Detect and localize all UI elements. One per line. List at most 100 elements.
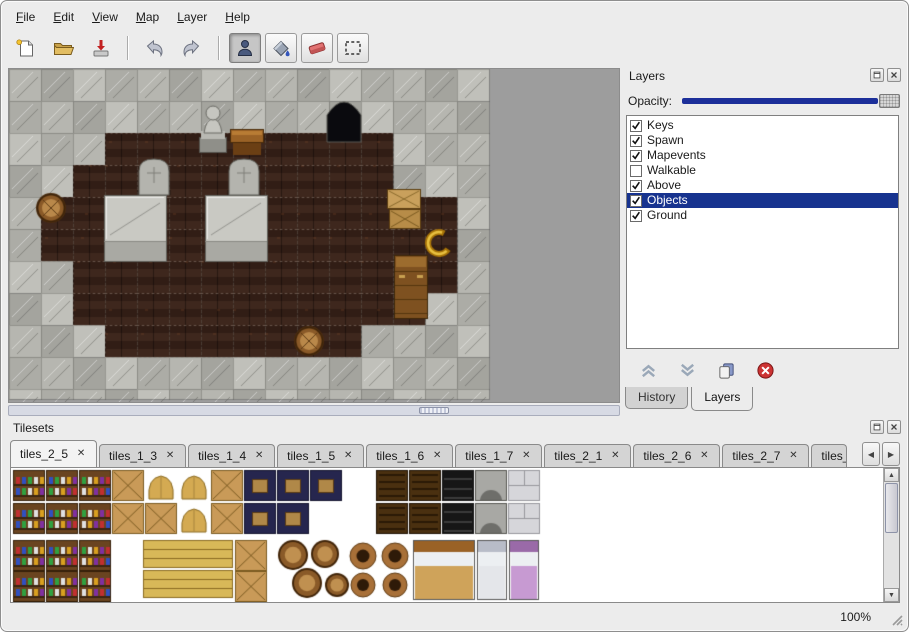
new-button[interactable] <box>9 33 41 63</box>
layer-row-above[interactable]: Above <box>627 178 898 193</box>
layer-visibility-checkbox[interactable] <box>630 210 642 222</box>
close-tab-icon[interactable]: ✕ <box>253 450 265 462</box>
close-tab-icon[interactable]: ✕ <box>787 450 799 462</box>
raise-layer-icon <box>639 361 658 380</box>
lower-layer-button[interactable] <box>675 359 699 381</box>
tileset-tab-tiles_2_7[interactable]: tiles_2_7 ✕ <box>722 444 809 467</box>
tileset-v-scrollbar-thumb[interactable] <box>885 483 898 533</box>
menu-item-help[interactable]: Help <box>216 7 259 27</box>
tileset-tab-label: tiles_2_1 <box>554 449 602 463</box>
float-panel-button[interactable] <box>870 420 884 434</box>
layer-row-mapevents[interactable]: Mapevents <box>627 148 898 163</box>
scroll-down-button[interactable]: ▼ <box>884 588 899 602</box>
layer-row-ground[interactable]: Ground <box>627 208 898 223</box>
scroll-up-button[interactable]: ▲ <box>884 468 899 482</box>
open-button[interactable] <box>47 33 79 63</box>
raise-layer-button[interactable] <box>636 359 660 381</box>
tileset-tab-label: tiles_1_4 <box>198 449 246 463</box>
layers-panel-header: Layers <box>624 68 902 85</box>
layer-visibility-checkbox[interactable] <box>630 120 642 132</box>
close-tab-icon[interactable]: ✕ <box>75 448 87 460</box>
tileset-tab-tiles_1_6[interactable]: tiles_1_6 ✕ <box>366 444 453 467</box>
duplicate-layer-button[interactable] <box>714 359 738 381</box>
tileset-canvas[interactable] <box>11 468 867 602</box>
tilesets-panel-window-buttons <box>870 420 901 434</box>
statusbar: 100% <box>2 606 907 630</box>
menu-item-edit[interactable]: Edit <box>44 7 83 27</box>
lower-layer-icon <box>678 361 697 380</box>
map-canvas[interactable] <box>9 69 619 402</box>
panel-tab-history[interactable]: History <box>625 387 688 409</box>
layer-label: Above <box>647 179 681 192</box>
layer-visibility-checkbox[interactable] <box>630 180 642 192</box>
tileset-tab-label: tiles_1_6 <box>376 449 424 463</box>
layer-row-objects[interactable]: Objects <box>627 193 898 208</box>
close-tab-icon[interactable]: ✕ <box>164 450 176 462</box>
toolbar <box>9 31 373 65</box>
fill-tool-button[interactable] <box>265 33 297 63</box>
delete-layer-button[interactable] <box>753 359 777 381</box>
tileset-tab-tiles_1_4[interactable]: tiles_1_4 ✕ <box>188 444 275 467</box>
tab-scroll-left-button[interactable]: ◀ <box>862 442 880 466</box>
tab-scroll-right-button[interactable]: ▶ <box>882 442 900 466</box>
tilesets-panel-title: Tilesets <box>13 421 54 435</box>
close-tab-icon[interactable]: ✕ <box>609 450 621 462</box>
tileset-tab-label: tiles_1_5 <box>287 449 335 463</box>
map-h-scrollbar[interactable] <box>8 405 620 416</box>
close-panel-button[interactable] <box>887 420 901 434</box>
tileset-tab-tiles[interactable]: tiles_ <box>811 444 847 467</box>
resize-grip-icon <box>889 612 903 626</box>
tileset-tab-tiles_1_3[interactable]: tiles_1_3✕ <box>99 444 186 467</box>
tileset-tab-label: tiles_2_5 <box>20 447 68 461</box>
delete-layer-icon <box>756 361 775 380</box>
layer-row-spawn[interactable]: Spawn <box>627 133 898 148</box>
eraser-tool-button[interactable] <box>301 33 333 63</box>
close-tab-icon[interactable]: ✕ <box>698 450 710 462</box>
close-tab-icon[interactable]: ✕ <box>431 450 443 462</box>
tileset-tab-label: tiles_ <box>821 449 847 463</box>
tab-scroll-buttons: ◀▶ <box>862 442 900 466</box>
close-tab-icon[interactable]: ✕ <box>520 450 532 462</box>
close-tab-icon[interactable]: ✕ <box>342 450 354 462</box>
undo-button[interactable] <box>138 33 170 63</box>
tileset-v-scrollbar[interactable]: ▲ ▼ <box>883 468 899 602</box>
menu-item-file[interactable]: File <box>7 7 44 27</box>
layer-visibility-checkbox[interactable] <box>630 135 642 147</box>
tileset-tab-tiles_2_1[interactable]: tiles_2_1 ✕ <box>544 444 631 467</box>
fill-tool-icon <box>270 37 292 59</box>
layers-panel-title: Layers <box>629 69 665 83</box>
redo-button[interactable] <box>176 33 208 63</box>
tileset-tab-label: tiles_2_7 <box>732 449 780 463</box>
tileset-tabbar: tiles_2_5✕tiles_1_3✕tiles_1_4✕tiles_1_5✕… <box>10 440 862 467</box>
stamp-tool-button[interactable] <box>229 33 261 63</box>
toolbar-separator <box>218 36 219 60</box>
opacity-slider-handle[interactable] <box>879 94 900 108</box>
layers-panel-window-buttons <box>870 68 901 82</box>
layer-label: Objects <box>647 194 688 207</box>
new-file-icon <box>14 37 36 59</box>
menu-item-view[interactable]: View <box>83 7 127 27</box>
menu-item-layer[interactable]: Layer <box>168 7 216 27</box>
resize-grip[interactable] <box>889 612 903 626</box>
tileset-tab-tiles_2_5[interactable]: tiles_2_5 ✕ <box>10 440 97 467</box>
layer-row-keys[interactable]: Keys <box>627 118 898 133</box>
tileset-tab-tiles_1_5[interactable]: tiles_1_5 ✕ <box>277 444 364 467</box>
float-panel-button[interactable] <box>870 68 884 82</box>
undo-icon <box>143 37 165 59</box>
layer-visibility-checkbox[interactable] <box>630 165 642 177</box>
opacity-slider[interactable] <box>682 98 900 104</box>
layer-visibility-checkbox[interactable] <box>630 195 642 207</box>
tileset-tab-tiles_2_6[interactable]: tiles_2_6✕ <box>633 444 720 467</box>
tileset-tab-label: tiles_1_7 <box>465 449 513 463</box>
tileset-tab-tiles_1_7[interactable]: tiles_1_7 ✕ <box>455 444 542 467</box>
map-h-scrollbar-thumb[interactable] <box>419 407 449 414</box>
layer-row-walkable[interactable]: Walkable <box>627 163 898 178</box>
layer-visibility-checkbox[interactable] <box>630 150 642 162</box>
menu-item-map[interactable]: Map <box>127 7 168 27</box>
select-tool-button[interactable] <box>337 33 369 63</box>
open-folder-icon <box>52 37 74 59</box>
panel-tab-layers[interactable]: Layers <box>691 387 753 411</box>
save-button[interactable] <box>85 33 117 63</box>
save-icon <box>90 37 112 59</box>
close-panel-button[interactable] <box>887 68 901 82</box>
